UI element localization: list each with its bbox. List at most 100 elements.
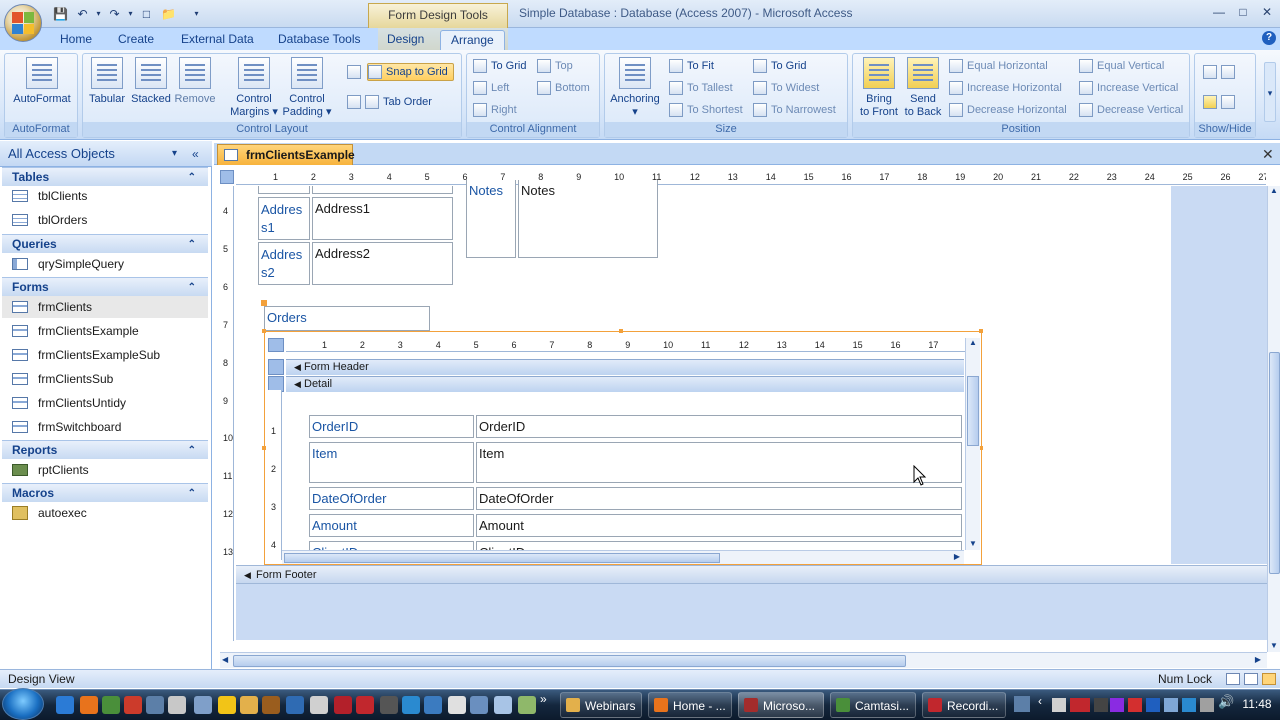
address2-label[interactable]: Addres s2 [258,242,310,285]
tab-arrange[interactable]: Arrange [440,30,505,50]
new-icon[interactable]: □ [138,5,155,22]
size-to-widest-button[interactable]: To Widest [753,79,819,97]
subform-vertical-scrollbar[interactable]: ▲ ▼ [965,338,980,550]
undo-icon[interactable]: ↶ [74,5,91,22]
app-icon-window[interactable] [194,696,212,714]
amount-field[interactable]: Amount [476,514,962,537]
resize-handle-tr[interactable] [979,329,983,333]
autoformat-button[interactable]: AutoFormat [7,57,77,106]
task-recording[interactable]: Recordi... [922,692,1006,718]
increase-horizontal-button[interactable]: Increase Horizontal [949,79,1062,97]
orderid-label[interactable]: OrderID [309,415,474,438]
app-icon-blue[interactable] [286,696,304,714]
tray-power-icon[interactable] [1200,698,1214,712]
decrease-vertical-button[interactable]: Decrease Vertical [1079,101,1183,119]
firefox-icon[interactable] [80,696,98,714]
item-field[interactable]: Item [476,442,962,483]
size-to-grid-button[interactable]: To Grid [753,57,806,75]
task-microsoft-access[interactable]: Microso... [738,692,824,718]
remove-button[interactable]: Remove [173,57,217,106]
dateoforder-label[interactable]: DateOfOrder [309,487,474,510]
minimize-icon[interactable]: — [1210,5,1228,21]
nav-group-forms[interactable]: Forms ⌃ [2,277,208,296]
folder-icon[interactable] [240,696,258,714]
app-icon-pdf[interactable] [334,696,352,714]
ruler-toggle-button[interactable] [1203,63,1235,81]
dateoforder-field[interactable]: DateOfOrder [476,487,962,510]
nav-item-autoexec[interactable]: autoexec [12,502,208,524]
clientid-field[interactable]: ClientID [476,541,962,550]
tabular-button[interactable]: Tabular [85,57,129,106]
app-icon-red-2[interactable] [356,696,374,714]
subform-vertical-ruler[interactable]: 1 2 3 4 [268,390,282,560]
star-icon[interactable] [218,696,236,714]
section-bar-form-footer[interactable]: ◀ Form Footer [236,565,1267,584]
size-to-fit-button[interactable]: To Fit [669,57,714,75]
scroll-left-icon[interactable]: ◀ [222,655,228,664]
nav-item-frmclientsuntidy[interactable]: frmClientsUntidy [12,392,208,414]
nav-item-qrysimplequery[interactable]: qrySimpleQuery [12,253,208,275]
anchoring-button[interactable]: Anchoring ▾ [607,57,663,119]
tab-create[interactable]: Create [108,30,164,50]
tray-icon-1[interactable] [1052,698,1066,712]
nav-item-frmclients[interactable]: frmClients [2,296,208,318]
vertical-ruler[interactable]: 4 5 6 7 8 9 10 11 12 13 [220,186,234,641]
align-right-button[interactable]: Right [473,101,517,119]
scroll-thumb[interactable] [284,553,720,563]
tab-home[interactable]: Home [50,30,102,50]
nav-header[interactable]: All Access Objects ▾ « [0,141,212,167]
layout-view-icon[interactable] [1244,673,1258,685]
address1-label[interactable]: Addres s1 [258,197,310,240]
nav-collapse-icon[interactable]: « [192,141,199,167]
resize-handle-tl[interactable] [262,329,266,333]
nav-group-queries[interactable]: Queries ⌃ [2,234,208,253]
tray-icon-6[interactable] [1164,698,1178,712]
section-bar-form-header[interactable]: ◀ Form Header [286,359,964,375]
tray-icon-5[interactable] [1146,698,1160,712]
address2-field[interactable]: Address2 [312,242,453,285]
subform-horizontal-scrollbar[interactable]: ▶ [282,550,964,564]
align-left-button[interactable]: Left [473,79,509,97]
tray-icon-2[interactable] [1094,698,1108,712]
size-to-shortest-button[interactable]: To Shortest [669,101,743,119]
tab-order-button[interactable]: Tab Order [347,93,432,111]
nav-group-tables[interactable]: Tables ⌃ [2,167,208,186]
snap-to-grid-button[interactable]: Snap to Grid [367,63,454,81]
align-bottom-button[interactable]: Bottom [537,79,590,97]
nav-item-tblorders[interactable]: tblOrders [12,209,208,231]
layout-grid-button[interactable] [347,63,361,81]
decrease-horizontal-button[interactable]: Decrease Horizontal [949,101,1067,119]
ribbon-overflow-icon[interactable]: ▾ [1264,62,1276,122]
app-icon-doc[interactable] [168,696,186,714]
tray-network-icon[interactable] [1014,696,1030,712]
app-icon-light[interactable] [494,696,512,714]
subform-selector[interactable] [268,338,284,352]
scroll-right-icon[interactable]: ▶ [954,552,960,561]
help-icon[interactable]: ? [1262,31,1276,45]
redo-dropdown-icon[interactable]: ▾ [122,5,139,22]
control-partial-top-field[interactable] [312,186,453,194]
section-bar-detail[interactable]: ◀ Detail [286,376,964,392]
tab-design[interactable]: Design [377,30,434,50]
scroll-thumb[interactable] [233,655,906,667]
tab-database-tools[interactable]: Database Tools [268,30,371,50]
stacked-button[interactable]: Stacked [129,57,173,106]
tray-expand-icon[interactable]: ‹ [1038,694,1042,708]
control-partial-top-label[interactable] [258,186,310,194]
align-to-grid-button[interactable]: To Grid [473,57,526,75]
tray-icon-4[interactable] [1128,698,1142,712]
tray-ati-icon[interactable] [1070,698,1090,712]
nav-item-rptclients[interactable]: rptClients [12,459,208,481]
nav-item-frmswitchboard[interactable]: frmSwitchboard [12,416,208,438]
control-margins-button[interactable]: Control Margins ▾ [229,57,279,119]
task-home[interactable]: Home - ... [648,692,732,718]
tray-volume-icon[interactable]: 🔊 [1218,694,1234,710]
control-padding-button[interactable]: Control Padding ▾ [281,57,333,119]
scroll-thumb[interactable] [1269,352,1280,574]
item-label[interactable]: Item [309,442,474,483]
nav-item-frmclientssub[interactable]: frmClientsSub [12,368,208,390]
app-icon-outlook[interactable] [424,696,442,714]
notes-label[interactable]: Notes [466,180,516,258]
form-view-icon[interactable] [1226,673,1240,685]
save-icon[interactable]: 💾 [52,5,69,22]
